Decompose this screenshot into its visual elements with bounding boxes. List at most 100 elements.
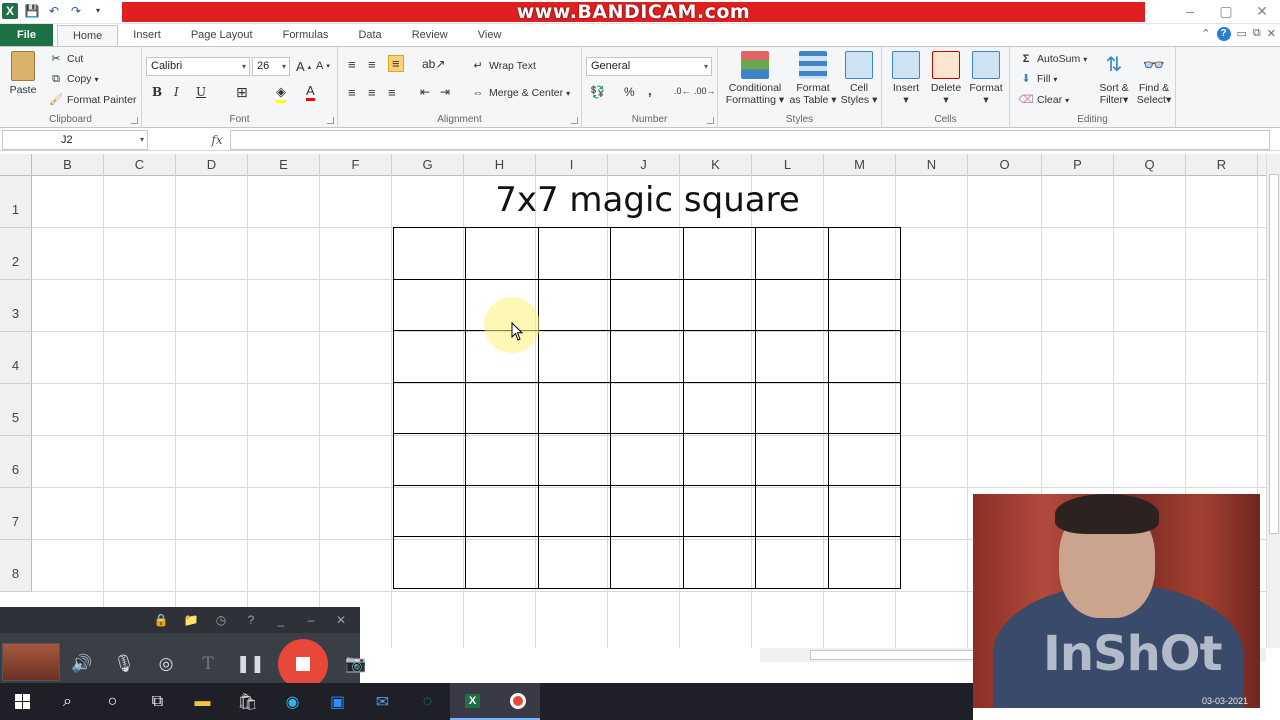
magic-square-cell[interactable] — [465, 536, 539, 589]
underline-button[interactable]: U — [196, 85, 206, 99]
magic-square-cell[interactable] — [610, 433, 684, 486]
comma-button[interactable]: , — [648, 83, 652, 98]
cut-button[interactable]: ✂ Cut — [48, 52, 83, 66]
magic-square-cell[interactable] — [755, 278, 829, 331]
format-cells-button[interactable]: Format ▾ — [966, 51, 1006, 106]
redo-icon[interactable]: ↷ — [68, 3, 84, 19]
italic-button[interactable]: I — [174, 85, 179, 99]
decrease-indent-icon[interactable]: ⇤ — [420, 85, 430, 99]
minimize-ribbon-icon[interactable]: ⌃ — [1201, 27, 1210, 41]
currency-icon[interactable]: 💱 — [590, 85, 605, 99]
row-header-1[interactable]: 1 — [0, 176, 32, 228]
microphone-icon[interactable]: 🎙 — [110, 654, 138, 674]
magic-square-cell[interactable] — [827, 433, 902, 486]
magic-square-cell[interactable] — [465, 484, 539, 537]
bandicam-taskbar-icon[interactable] — [495, 683, 540, 720]
store-icon[interactable]: 🛍 — [225, 683, 270, 720]
magic-square-cell[interactable] — [682, 484, 757, 537]
font-color-icon[interactable]: A — [306, 83, 315, 101]
timer-icon[interactable]: ◷ — [212, 613, 230, 627]
formula-input[interactable] — [230, 130, 1270, 150]
task-view-icon[interactable]: ⧉ — [135, 683, 180, 720]
column-header-r[interactable]: R — [1186, 154, 1258, 176]
merge-center-button[interactable]: ⇔ Merge & Center ▾ — [470, 86, 571, 100]
start-button[interactable] — [0, 683, 45, 720]
magic-square-cell[interactable] — [827, 278, 902, 331]
align-right-icon[interactable]: ≡ — [388, 85, 396, 100]
borders-icon[interactable]: ⊞ — [236, 84, 248, 101]
row-header-5[interactable]: 5 — [0, 384, 32, 436]
tab-file[interactable]: File — [0, 24, 53, 46]
mail-icon[interactable]: ✉ — [360, 683, 405, 720]
window-min-icon[interactable]: ▭ — [1237, 27, 1247, 41]
percent-button[interactable]: % — [624, 85, 635, 99]
magic-square-cell[interactable] — [682, 381, 757, 434]
magic-square-cell[interactable] — [682, 227, 757, 280]
font-launcher-icon[interactable] — [327, 117, 334, 124]
increase-decimal-icon[interactable]: .0← — [674, 86, 691, 96]
magic-square-cell[interactable] — [392, 227, 467, 280]
align-bottom-icon[interactable]: ≡ — [388, 55, 404, 72]
tab-review[interactable]: Review — [397, 25, 463, 46]
magic-square-cell[interactable] — [465, 381, 539, 434]
restore-button[interactable]: ▢ — [1208, 0, 1244, 24]
column-header-d[interactable]: D — [176, 154, 248, 176]
clear-button[interactable]: ⌫ Clear ▾ — [1018, 93, 1069, 107]
insert-cells-button[interactable]: Insert ▾ — [886, 51, 926, 106]
magic-square-cell[interactable] — [827, 484, 902, 537]
window-close-icon[interactable]: ✕ — [1267, 27, 1276, 41]
magic-square-cell[interactable] — [610, 278, 684, 331]
collapse-icon[interactable]: _ — [272, 613, 290, 627]
column-header-m[interactable]: M — [824, 154, 896, 176]
column-header-n[interactable]: N — [896, 154, 968, 176]
magic-square-cell[interactable] — [465, 227, 539, 280]
magic-square-cell[interactable] — [682, 330, 757, 383]
help-icon-bandicam[interactable]: ? — [242, 613, 260, 627]
number-launcher-icon[interactable] — [707, 117, 714, 124]
refresh-app-icon[interactable]: ◌ — [405, 683, 450, 720]
stop-record-button[interactable] — [278, 639, 328, 689]
magic-square-cell[interactable] — [755, 227, 829, 280]
tab-formulas[interactable]: Formulas — [268, 25, 344, 46]
row-header-8[interactable]: 8 — [0, 540, 32, 592]
align-middle-icon[interactable]: ≡ — [368, 57, 376, 72]
window-restore-icon[interactable]: ⧉ — [1253, 27, 1261, 41]
magic-square-cell[interactable] — [682, 278, 757, 331]
close-button[interactable]: ✕ — [1244, 0, 1280, 24]
column-header-o[interactable]: O — [968, 154, 1042, 176]
font-name-select[interactable]: Calibri ▾ — [146, 57, 250, 76]
row-header-2[interactable]: 2 — [0, 228, 32, 280]
decrease-decimal-icon[interactable]: .00→ — [694, 86, 716, 96]
tab-home[interactable]: Home — [56, 25, 119, 46]
sort-filter-button[interactable]: ⇅ Sort & Filter▾ — [1094, 51, 1134, 106]
undo-icon[interactable]: ↶ — [46, 3, 62, 19]
select-all-corner[interactable] — [0, 154, 32, 176]
sheet-title[interactable]: 7x7 magic square — [394, 180, 901, 220]
magic-square-cell[interactable] — [392, 433, 467, 486]
clipboard-launcher-icon[interactable] — [131, 117, 138, 124]
cell-styles-button[interactable]: Cell Styles ▾ — [838, 51, 880, 106]
magic-square-cell[interactable] — [755, 536, 829, 589]
find-select-button[interactable]: 👓 Find & Select▾ — [1134, 51, 1174, 106]
magic-square-cell[interactable] — [610, 381, 684, 434]
row-header-7[interactable]: 7 — [0, 488, 32, 540]
speaker-icon[interactable]: 🔊 — [68, 654, 96, 674]
magic-square-cell[interactable] — [537, 484, 612, 537]
orientation-icon[interactable]: ab↗ — [422, 57, 445, 71]
magic-square-cell[interactable] — [827, 330, 902, 383]
magic-square-cell[interactable] — [392, 278, 467, 331]
minimize-button[interactable]: – — [1172, 0, 1208, 24]
column-header-g[interactable]: G — [392, 154, 464, 176]
edge-icon[interactable]: ◉ — [270, 683, 315, 720]
column-header-c[interactable]: C — [104, 154, 176, 176]
number-format-select[interactable]: General ▾ — [586, 57, 712, 76]
magic-square-cell[interactable] — [537, 330, 612, 383]
magic-square-cell[interactable] — [392, 330, 467, 383]
paste-button[interactable]: Paste — [6, 51, 40, 96]
column-header-i[interactable]: I — [536, 154, 608, 176]
magic-square-cell[interactable] — [537, 381, 612, 434]
excel-taskbar-icon[interactable]: X — [450, 683, 495, 720]
fill-color-icon[interactable]: ◈ — [276, 84, 286, 103]
magic-square-cell[interactable] — [392, 536, 467, 589]
delete-cells-button[interactable]: Delete ▾ — [926, 51, 966, 106]
